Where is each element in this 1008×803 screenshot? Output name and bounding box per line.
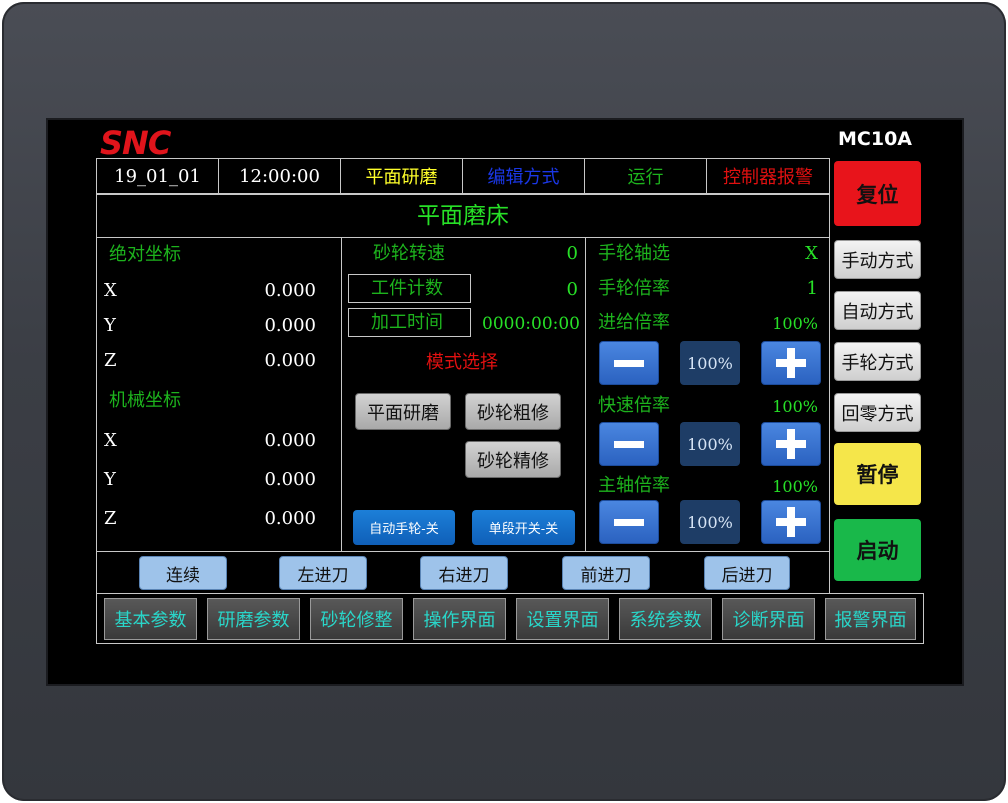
spindle-increase-button[interactable]	[761, 500, 821, 544]
mach-x-value: 0.000	[264, 430, 316, 451]
nav-grinding-params[interactable]: 研磨参数	[207, 598, 300, 640]
jog-continuous-button[interactable]: 连续	[139, 556, 227, 590]
spindle-decrease-button[interactable]	[599, 500, 659, 544]
minus-icon	[614, 440, 644, 448]
wheel-speed-value: 0	[566, 243, 578, 264]
auto-mode-button[interactable]: 自动方式	[834, 291, 921, 330]
spindle-rate-display: 100%	[680, 500, 740, 544]
start-button[interactable]: 启动	[834, 519, 921, 581]
mach-y-label: Y	[104, 469, 116, 490]
edit-mode-display: 编辑方式	[463, 159, 585, 193]
nav-diagnostics-screen[interactable]: 诊断界面	[722, 598, 815, 640]
absolute-coords-label: 绝对坐标	[109, 244, 181, 265]
mach-x-label: X	[104, 430, 117, 451]
abs-y-label: Y	[104, 315, 116, 336]
handwheel-axis-label: 手轮轴选	[598, 243, 670, 264]
jog-forward-feed-button[interactable]: 前进刀	[562, 556, 650, 590]
jog-left-feed-button[interactable]: 左进刀	[279, 556, 367, 590]
page-title: 平面磨床	[417, 203, 509, 229]
nav-basic-params[interactable]: 基本参数	[104, 598, 197, 640]
model-label: MC10A	[838, 128, 912, 150]
rapid-rate-label: 快速倍率	[598, 395, 670, 416]
nav-alarm-screen[interactable]: 报警界面	[825, 598, 916, 640]
rapid-rate-value: 100%	[772, 397, 818, 416]
nav-wheel-dressing[interactable]: 砂轮修整	[310, 598, 403, 640]
abs-z-value: 0.000	[264, 350, 316, 371]
mach-z-label: Z	[104, 508, 117, 529]
nav-settings-screen[interactable]: 设置界面	[516, 598, 609, 640]
feed-rate-display: 100%	[680, 341, 740, 385]
abs-x-value: 0.000	[264, 280, 316, 301]
machining-time-value: 0000:00:00	[482, 314, 580, 334]
minus-icon	[614, 359, 644, 367]
mach-y-value: 0.000	[264, 469, 316, 490]
mode-surface-grinding-button[interactable]: 平面研磨	[355, 393, 451, 430]
run-state-display: 运行	[585, 159, 707, 193]
mode-wheel-fine-dress-button[interactable]: 砂轮精修	[465, 441, 561, 478]
jog-backward-feed-button[interactable]: 后进刀	[704, 556, 790, 590]
jog-right-feed-button[interactable]: 右进刀	[420, 556, 508, 590]
mode-wheel-rough-dress-button[interactable]: 砂轮粗修	[465, 393, 561, 430]
process-display: 平面研磨	[341, 159, 463, 193]
abs-x-label: X	[104, 280, 117, 301]
machining-time-label: 加工时间	[371, 312, 443, 333]
plus-icon	[776, 507, 806, 537]
auto-handwheel-toggle[interactable]: 自动手轮-关	[353, 510, 455, 545]
plus-icon	[776, 429, 806, 459]
spindle-rate-label: 主轴倍率	[598, 475, 670, 496]
spindle-rate-value: 100%	[772, 477, 818, 496]
feed-decrease-button[interactable]	[599, 341, 659, 385]
machine-coords-label: 机械坐标	[109, 390, 181, 411]
rapid-rate-display: 100%	[680, 422, 740, 466]
pause-button[interactable]: 暂停	[834, 443, 921, 505]
reset-button[interactable]: 复位	[834, 161, 921, 226]
handwheel-axis-value: X	[805, 243, 818, 264]
minus-icon	[614, 518, 644, 526]
piece-count-label: 工件计数	[371, 278, 443, 299]
handwheel-ratio-value: 1	[806, 278, 818, 299]
single-step-toggle[interactable]: 单段开关-关	[472, 510, 575, 545]
date-display: 19_01_01	[97, 159, 219, 193]
nav-system-params[interactable]: 系统参数	[619, 598, 712, 640]
abs-z-label: Z	[104, 350, 117, 371]
rapid-increase-button[interactable]	[761, 422, 821, 466]
feed-increase-button[interactable]	[761, 341, 821, 385]
feed-rate-label: 进给倍率	[598, 312, 670, 333]
mach-z-value: 0.000	[264, 508, 316, 529]
handwheel-ratio-label: 手轮倍率	[598, 278, 670, 299]
brand-logo: SNC	[100, 124, 171, 162]
mode-select-label: 模式选择	[426, 352, 498, 373]
home-mode-button[interactable]: 回零方式	[834, 393, 921, 432]
handwheel-mode-button[interactable]: 手轮方式	[834, 342, 921, 381]
wheel-speed-label: 砂轮转速	[373, 243, 445, 264]
plus-icon	[776, 348, 806, 378]
feed-rate-value: 100%	[772, 314, 818, 333]
piece-count-value: 0	[566, 279, 578, 300]
nav-operation-screen[interactable]: 操作界面	[413, 598, 506, 640]
abs-y-value: 0.000	[264, 315, 316, 336]
time-display: 12:00:00	[219, 159, 341, 193]
manual-mode-button[interactable]: 手动方式	[834, 240, 921, 279]
rapid-decrease-button[interactable]	[599, 422, 659, 466]
alarm-display: 控制器报警	[723, 167, 813, 188]
